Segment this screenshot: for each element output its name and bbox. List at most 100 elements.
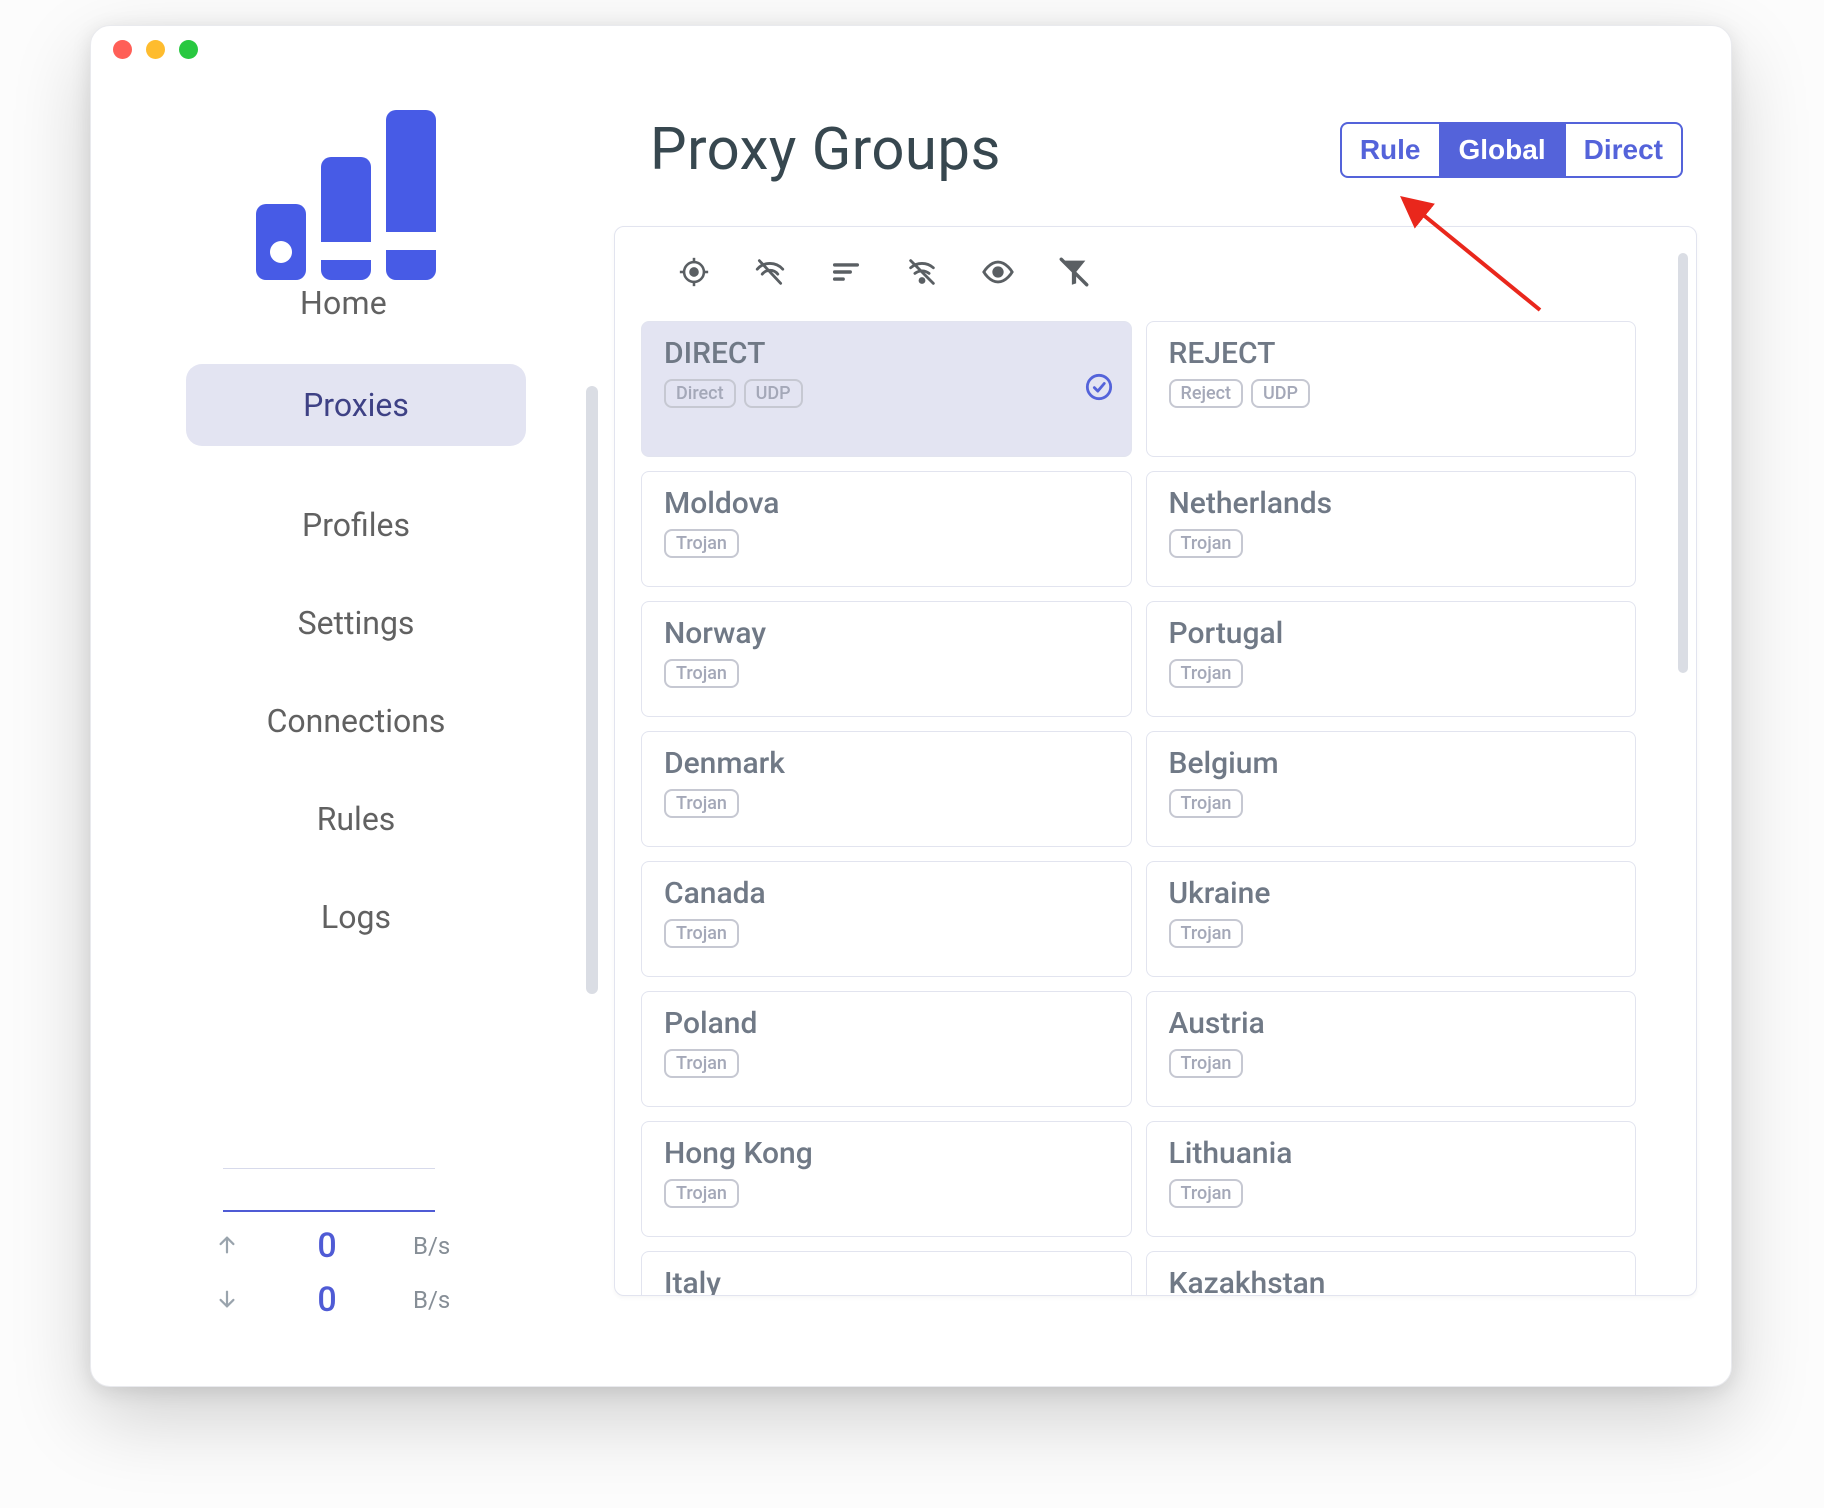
proxy-badges: Trojan bbox=[1169, 1049, 1614, 1078]
check-icon bbox=[1085, 373, 1113, 405]
speed-download-value: 0 bbox=[267, 1280, 387, 1320]
proxy-badge: Direct bbox=[664, 379, 736, 408]
speed-download-unit: B/s bbox=[413, 1286, 450, 1314]
proxy-badge: Trojan bbox=[1169, 919, 1244, 948]
sidebar-item-rules[interactable]: Rules bbox=[186, 800, 526, 838]
proxy-card[interactable]: Hong Kong Trojan bbox=[641, 1121, 1132, 1237]
proxy-badges: Trojan bbox=[664, 1179, 1109, 1208]
proxy-badge: Trojan bbox=[664, 529, 739, 558]
sort-icon[interactable] bbox=[829, 255, 863, 289]
proxy-card[interactable]: Ukraine Trojan bbox=[1146, 861, 1637, 977]
sidebar-item-logs[interactable]: Logs bbox=[186, 898, 526, 936]
proxy-card[interactable]: Norway Trojan bbox=[641, 601, 1132, 717]
proxy-name: Moldova bbox=[664, 486, 1109, 521]
proxy-card[interactable]: KazakhstanTrojan bbox=[1146, 1251, 1637, 1296]
proxy-name: Netherlands bbox=[1169, 486, 1614, 521]
no-connection-icon[interactable] bbox=[905, 255, 939, 289]
proxy-name: Lithuania bbox=[1169, 1136, 1614, 1171]
proxy-name: Ukraine bbox=[1169, 876, 1614, 911]
app-window: Home Proxies Profiles Settings Connections R… bbox=[90, 25, 1732, 1387]
eye-icon[interactable] bbox=[981, 255, 1015, 289]
proxy-badges: Trojan bbox=[1169, 919, 1614, 948]
latency-icon[interactable] bbox=[753, 255, 787, 289]
proxy-name: Canada bbox=[664, 876, 1109, 911]
proxy-card[interactable]: Canada Trojan bbox=[641, 861, 1132, 977]
speed-upload-unit: B/s bbox=[413, 1232, 450, 1260]
proxy-name: Italy bbox=[664, 1266, 1109, 1296]
arrow-down-icon bbox=[213, 1284, 241, 1317]
sidebar-item-settings[interactable]: Settings bbox=[186, 604, 526, 642]
proxy-card[interactable]: Portugal Trojan bbox=[1146, 601, 1637, 717]
proxy-grid: DIRECTDirectUDPREJECTRejectUDPMoldovaTro… bbox=[615, 305, 1696, 1296]
proxy-name: REJECT bbox=[1169, 336, 1614, 371]
proxy-badges: Trojan bbox=[664, 919, 1109, 948]
proxy-badge: Trojan bbox=[1169, 1179, 1244, 1208]
proxy-card[interactable]: Poland Trojan bbox=[641, 991, 1132, 1107]
filter-off-icon[interactable] bbox=[1057, 255, 1091, 289]
mode-global[interactable]: Global bbox=[1439, 124, 1564, 176]
proxy-badge: Trojan bbox=[664, 1179, 739, 1208]
proxy-badges: Trojan bbox=[664, 659, 1109, 688]
mode-rule[interactable]: Rule bbox=[1342, 124, 1439, 176]
proxy-badges: RejectUDP bbox=[1169, 379, 1614, 408]
proxy-card[interactable]: Austria Trojan bbox=[1146, 991, 1637, 1107]
proxy-badge: UDP bbox=[1251, 379, 1310, 408]
proxy-name: Norway bbox=[664, 616, 1109, 651]
proxy-badge: Trojan bbox=[664, 659, 739, 688]
target-icon[interactable] bbox=[677, 255, 711, 289]
sidebar-item-connections[interactable]: Connections bbox=[186, 702, 526, 740]
proxy-badges: Trojan bbox=[664, 529, 1109, 558]
main-pane: Proxy Groups RuleGlobalDirect DIRECTDire… bbox=[596, 26, 1731, 1386]
proxy-name: Portugal bbox=[1169, 616, 1614, 651]
proxy-card[interactable]: ItalyTrojan bbox=[641, 1251, 1132, 1296]
proxy-badges: Direct UDP bbox=[664, 379, 1109, 408]
mode-direct[interactable]: Direct bbox=[1564, 124, 1681, 176]
proxy-card[interactable]: Denmark Trojan bbox=[641, 731, 1132, 847]
sidebar-nav: Proxies Profiles Settings Connections Rules L… bbox=[186, 364, 526, 936]
proxy-name: Hong Kong bbox=[664, 1136, 1109, 1171]
mode-switch: RuleGlobalDirect bbox=[1340, 122, 1683, 178]
proxy-name: DIRECT bbox=[664, 336, 1109, 371]
proxy-card[interactable]: DIRECT Direct UDP bbox=[641, 321, 1132, 457]
app-logo bbox=[241, 102, 451, 292]
proxy-badges: Trojan bbox=[1169, 659, 1614, 688]
proxy-badge: Reject bbox=[1169, 379, 1244, 408]
speed-upload: 0 B/s bbox=[213, 1226, 493, 1266]
sidebar-item-proxies[interactable]: Proxies bbox=[186, 364, 526, 446]
sidebar: Home Proxies Profiles Settings Connections R… bbox=[91, 26, 596, 1386]
proxy-badge: UDP bbox=[744, 379, 803, 408]
speed-panel: 0 B/s 0 B/s bbox=[213, 1162, 493, 1320]
proxy-card[interactable]: Belgium Trojan bbox=[1146, 731, 1637, 847]
proxy-badges: Trojan bbox=[664, 789, 1109, 818]
proxy-badges: Trojan bbox=[1169, 529, 1614, 558]
proxy-badge: Trojan bbox=[1169, 1049, 1244, 1078]
speed-upload-value: 0 bbox=[267, 1226, 387, 1266]
panel-toolbar bbox=[615, 227, 1696, 305]
proxy-badge: Trojan bbox=[1169, 529, 1244, 558]
page-title: Proxy Groups bbox=[650, 116, 1001, 184]
proxy-name: Austria bbox=[1169, 1006, 1614, 1041]
proxy-badge: Trojan bbox=[664, 789, 739, 818]
proxy-card[interactable]: Netherlands Trojan bbox=[1146, 471, 1637, 587]
proxy-badge: Trojan bbox=[664, 1049, 739, 1078]
proxy-name: Kazakhstan bbox=[1169, 1266, 1614, 1296]
proxy-name: Denmark bbox=[664, 746, 1109, 781]
proxy-name: Belgium bbox=[1169, 746, 1614, 781]
proxy-badge: Trojan bbox=[1169, 789, 1244, 818]
proxy-badges: Trojan bbox=[1169, 1179, 1614, 1208]
panel-scrollbar[interactable] bbox=[1678, 253, 1688, 673]
proxy-panel: DIRECTDirectUDPREJECTRejectUDPMoldovaTro… bbox=[614, 226, 1697, 1296]
proxy-badge: Trojan bbox=[664, 919, 739, 948]
proxy-badges: Trojan bbox=[1169, 789, 1614, 818]
proxy-badges: Trojan bbox=[664, 1049, 1109, 1078]
header: Proxy Groups RuleGlobalDirect bbox=[596, 26, 1731, 184]
proxy-name: Poland bbox=[664, 1006, 1109, 1041]
proxy-card[interactable]: Lithuania Trojan bbox=[1146, 1121, 1637, 1237]
arrow-up-icon bbox=[213, 1230, 241, 1263]
proxy-badge: Trojan bbox=[1169, 659, 1244, 688]
proxy-card[interactable]: REJECT RejectUDP bbox=[1146, 321, 1637, 457]
sidebar-item-home[interactable]: Home bbox=[91, 284, 596, 322]
speed-download: 0 B/s bbox=[213, 1280, 493, 1320]
proxy-card[interactable]: Moldova Trojan bbox=[641, 471, 1132, 587]
sidebar-item-profiles[interactable]: Profiles bbox=[186, 506, 526, 544]
